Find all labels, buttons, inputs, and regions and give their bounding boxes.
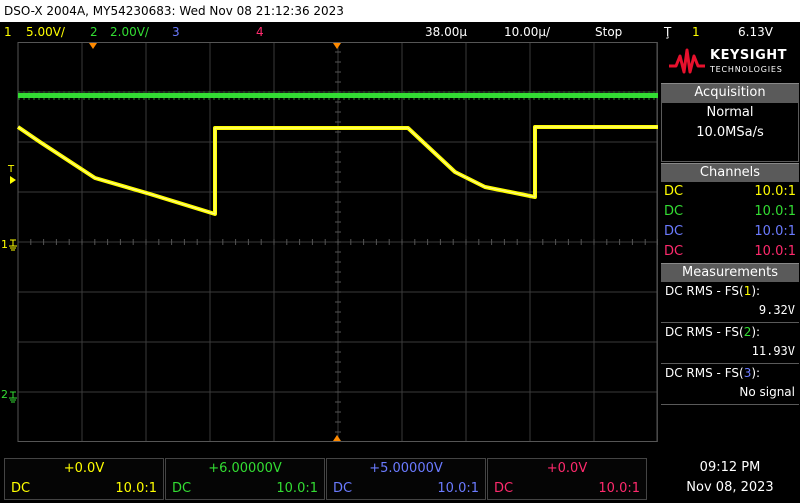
sample-rate: 10.0MSa/s <box>696 125 764 140</box>
clock: 09:12 PM Nov 08, 2023 <box>660 458 800 500</box>
ch1-probe: 10.0:1 <box>115 481 157 496</box>
channel-4-coupling: DC <box>664 244 684 259</box>
measurement-2[interactable]: DC RMS - FS(2): 11.93V <box>661 323 799 364</box>
ch3-offset: +5.00000V <box>369 461 443 476</box>
trigger-level-arrow-icon <box>10 176 16 184</box>
ch2-probe: 10.0:1 <box>276 481 318 496</box>
channel-row-4[interactable]: DC 10.0:1 <box>661 242 799 262</box>
measurement-2-value: 11.93V <box>751 344 795 358</box>
ch4-offset: +0.0V <box>546 461 588 476</box>
channel-row-1[interactable]: DC 10.0:1 <box>661 182 799 202</box>
title-bar: DSO-X 2004A, MY54230683: Wed Nov 08 21:1… <box>0 0 800 22</box>
ch2-scale[interactable]: 2.00V/ <box>110 22 149 42</box>
channel-1-coupling: DC <box>664 184 684 199</box>
channel-3-probe: 10.0:1 <box>754 224 796 239</box>
measurement-3-label-end: ): <box>751 366 761 380</box>
channel-row-3[interactable]: DC 10.0:1 <box>661 222 799 242</box>
ch3-coupling: DC <box>333 481 353 496</box>
measurement-1-value: 9.32V <box>758 303 795 317</box>
channels-header[interactable]: Channels <box>661 163 799 182</box>
channel-row-2[interactable]: DC 10.0:1 <box>661 202 799 222</box>
trigger-level[interactable]: 6.13V <box>738 22 773 42</box>
channel-3-coupling: DC <box>664 224 684 239</box>
graticule: T 1 2 <box>1 42 658 442</box>
ch1-ground-icon <box>9 239 17 251</box>
measurement-2-label-end: ): <box>751 325 761 339</box>
ch3-probe: 10.0:1 <box>437 481 479 496</box>
bottom-bar: +0.0V DC 10.0:1 +6.00000V DC 10.0:1 +5.0… <box>0 442 800 503</box>
trigger-point-marker-icon <box>333 43 341 49</box>
measurement-1-label: DC RMS - FS( <box>665 284 744 298</box>
measurement-1[interactable]: DC RMS - FS(1): 9.32V <box>661 282 799 323</box>
ch2-offset: +6.00000V <box>208 461 282 476</box>
trigger-level-marker: T <box>7 164 15 175</box>
ch2-ground-icon <box>9 391 17 403</box>
ch2-trace <box>18 91 658 100</box>
ch2-softkey[interactable]: +6.00000V DC 10.0:1 <box>165 458 325 500</box>
brand-sub: TECHNOLOGIES <box>710 65 783 74</box>
channel-1-probe: 10.0:1 <box>754 184 796 199</box>
ch3-softkey[interactable]: +5.00000V DC 10.0:1 <box>326 458 486 500</box>
delay-readout[interactable]: 38.00µ <box>425 22 467 42</box>
ch1-softkey[interactable]: +0.0V DC 10.0:1 <box>4 458 164 500</box>
channel-2-coupling: DC <box>664 204 684 219</box>
ch1-offset: +0.0V <box>63 461 105 476</box>
ch2-coupling: DC <box>172 481 192 496</box>
measurements-panel: DC RMS - FS(1): 9.32V DC RMS - FS(2): 11… <box>661 282 799 405</box>
ch4-number[interactable]: 4 <box>256 22 264 42</box>
timebase-readout[interactable]: 10.00µ/ <box>504 22 550 42</box>
ch3-number[interactable]: 3 <box>172 22 180 42</box>
trigger-point-marker-bottom-icon <box>333 435 341 441</box>
ch1-ground-marker[interactable]: 1 <box>1 238 8 251</box>
channel-4-probe: 10.0:1 <box>754 244 796 259</box>
measurement-2-label: DC RMS - FS( <box>665 325 744 339</box>
brand-name: KEYSIGHT <box>710 48 787 63</box>
keysight-logo: KEYSIGHT TECHNOLOGIES <box>660 42 800 82</box>
ch1-coupling: DC <box>11 481 31 496</box>
trigger-icon: Ţ <box>664 25 672 39</box>
measurement-3-value: No signal <box>739 385 795 399</box>
measurements-header[interactable]: Measurements <box>661 263 799 282</box>
waveform-display[interactable]: T 1 2 <box>0 42 658 442</box>
ch1-scale[interactable]: 5.00V/ <box>26 22 65 42</box>
side-panel: KEYSIGHT TECHNOLOGIES Acquisition Normal… <box>660 42 800 442</box>
clock-time: 09:12 PM <box>699 460 761 475</box>
trigger-source[interactable]: 1 <box>692 22 700 42</box>
ch4-probe: 10.0:1 <box>598 481 640 496</box>
acquisition-mode: Normal <box>706 105 754 120</box>
measurement-1-label-end: ): <box>751 284 761 298</box>
run-state[interactable]: Stop <box>595 22 622 42</box>
clock-date: Nov 08, 2023 <box>686 480 774 495</box>
ch2-ground-marker[interactable]: 2 <box>1 388 8 401</box>
keysight-wave-icon <box>669 48 705 74</box>
measurement-3[interactable]: DC RMS - FS(3): No signal <box>661 364 799 405</box>
ch2-number[interactable]: 2 <box>90 22 98 42</box>
status-bar: 1 5.00V/ 2 2.00V/ 3 4 38.00µ 10.00µ/ Sto… <box>0 22 800 42</box>
ch4-coupling: DC <box>494 481 514 496</box>
acquisition-panel: Normal 10.0MSa/s <box>661 102 799 162</box>
measurement-3-label: DC RMS - FS( <box>665 366 744 380</box>
acquisition-header[interactable]: Acquisition <box>661 83 799 102</box>
ch1-number[interactable]: 1 <box>4 22 12 42</box>
channel-2-probe: 10.0:1 <box>754 204 796 219</box>
ch4-softkey[interactable]: +0.0V DC 10.0:1 <box>487 458 647 500</box>
channels-panel: DC 10.0:1 DC 10.0:1 DC 10.0:1 DC 10.0:1 <box>661 182 799 264</box>
delay-marker-icon <box>89 43 97 49</box>
